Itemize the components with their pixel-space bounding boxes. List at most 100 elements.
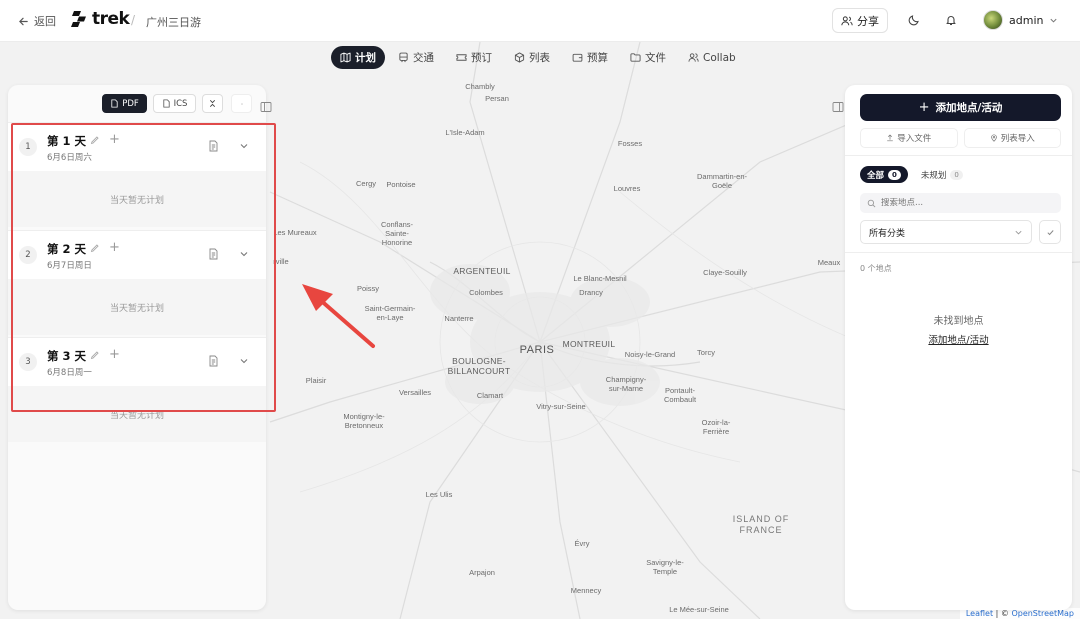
note-icon[interactable] bbox=[208, 355, 219, 367]
package-icon bbox=[514, 52, 525, 63]
dot-icon bbox=[240, 102, 243, 105]
import-file-label: 导入文件 bbox=[897, 134, 932, 144]
map-label: Conflans- Sainte- Honorine bbox=[380, 220, 414, 247]
theme-toggle-button[interactable] bbox=[906, 12, 922, 28]
map-label: Savigny-le- Temple bbox=[646, 558, 684, 576]
tab-booking[interactable]: 预订 bbox=[447, 46, 501, 69]
filter-all-chip[interactable]: 全部 0 bbox=[860, 166, 908, 183]
tab-budget[interactable]: 预算 bbox=[563, 46, 617, 69]
tab-label: 文件 bbox=[645, 52, 666, 64]
filter-unplanned-chip[interactable]: 未规划 0 bbox=[914, 166, 970, 183]
share-label: 分享 bbox=[857, 14, 879, 28]
category-select[interactable]: 所有分类 bbox=[860, 220, 1032, 244]
day-number: 1 bbox=[19, 138, 37, 156]
osm-link[interactable]: OpenStreetMap bbox=[1011, 609, 1074, 618]
trek-logo-icon bbox=[71, 11, 86, 27]
import-file-button[interactable]: 导入文件 bbox=[860, 128, 958, 148]
chevron-down-icon bbox=[1015, 230, 1022, 234]
note-icon[interactable] bbox=[208, 248, 219, 260]
filter-all-label: 全部 bbox=[867, 170, 885, 181]
tab-collab[interactable]: Collab bbox=[679, 46, 745, 69]
back-button[interactable]: 返回 bbox=[18, 13, 56, 29]
import-list-button[interactable]: 列表导入 bbox=[963, 128, 1061, 148]
day-date: 6月7日周日 bbox=[47, 261, 92, 271]
map-label: Meaux bbox=[817, 258, 841, 267]
map-label: Noisy-le-Grand bbox=[624, 350, 676, 359]
chevron-down-icon[interactable] bbox=[239, 249, 249, 259]
export-pdf-button[interactable]: PDF bbox=[102, 94, 147, 113]
map-label: Pontoise bbox=[386, 180, 416, 189]
tab-transport[interactable]: 交通 bbox=[389, 46, 443, 69]
day-date: 6月6日周六 bbox=[47, 153, 92, 163]
day-card[interactable]: 1 第 1 天 6月6日周六 + 当天暂无计划 bbox=[8, 122, 266, 227]
collapse-all-button[interactable] bbox=[202, 94, 223, 113]
train-icon bbox=[399, 52, 408, 63]
map-label: Persan bbox=[485, 94, 509, 103]
map-label: Chambly bbox=[465, 82, 495, 91]
tab-label: 列表 bbox=[529, 52, 550, 64]
day-empty-text: 当天暂无计划 bbox=[8, 279, 266, 335]
tab-list[interactable]: 列表 bbox=[505, 46, 559, 69]
check-icon bbox=[1046, 229, 1054, 235]
users-icon bbox=[841, 15, 853, 25]
collapse-right-panel-icon[interactable] bbox=[832, 101, 844, 113]
export-ics-button[interactable]: ICS bbox=[153, 94, 196, 113]
tab-plan[interactable]: 计划 bbox=[331, 46, 385, 69]
add-to-day-button[interactable]: + bbox=[109, 132, 120, 147]
empty-state-add-link[interactable]: 添加地点/活动 bbox=[845, 332, 1072, 346]
trek-logo[interactable]: trek bbox=[70, 9, 130, 29]
add-place-button[interactable]: + 添加地点/活动 bbox=[860, 94, 1061, 121]
leaflet-link[interactable]: Leaflet bbox=[966, 609, 993, 618]
chevron-down-icon[interactable] bbox=[239, 141, 249, 151]
map-label: Versailles bbox=[398, 388, 432, 397]
map-label: Torcy bbox=[697, 348, 715, 357]
day-number: 3 bbox=[19, 353, 37, 371]
map-label: Le Mée-sur-Seine bbox=[669, 605, 729, 614]
map-label: Poissy bbox=[356, 284, 380, 293]
day-empty-text: 当天暂无计划 bbox=[8, 386, 266, 442]
map-label: Les Mureaux bbox=[273, 228, 317, 237]
tab-files[interactable]: 文件 bbox=[621, 46, 675, 69]
upload-icon bbox=[887, 134, 894, 142]
attribution-separator: | © bbox=[993, 609, 1012, 618]
filter-all-count: 0 bbox=[888, 169, 901, 180]
place-search bbox=[860, 193, 1061, 213]
map-label: Drancy bbox=[579, 288, 603, 297]
pencil-icon[interactable] bbox=[90, 135, 100, 145]
places-panel: + 添加地点/活动 导入文件 列表导入 全部 0 未规划 0 所有分类 0 个地… bbox=[845, 85, 1072, 610]
note-icon[interactable] bbox=[208, 140, 219, 152]
map-label: ISLAND OF FRANCE bbox=[732, 514, 790, 535]
share-button[interactable]: 分享 bbox=[832, 8, 888, 33]
map-label: Les Ulis bbox=[425, 490, 453, 499]
more-button[interactable] bbox=[231, 94, 252, 113]
divider bbox=[845, 252, 1072, 253]
search-input[interactable] bbox=[881, 198, 1041, 208]
add-to-day-button[interactable]: + bbox=[109, 347, 120, 362]
empty-state-title: 未找到地点 bbox=[933, 316, 984, 327]
bell-icon bbox=[946, 16, 956, 26]
chevron-down-icon bbox=[1050, 18, 1058, 23]
add-to-day-button[interactable]: + bbox=[109, 240, 120, 255]
place-count: 0 个地点 bbox=[860, 264, 892, 273]
logo-text: trek bbox=[92, 9, 130, 29]
collapse-left-panel-icon[interactable] bbox=[260, 101, 272, 113]
map-label: rville bbox=[273, 257, 289, 266]
tab-label: 交通 bbox=[413, 52, 434, 64]
divider bbox=[845, 155, 1072, 156]
users-icon bbox=[688, 53, 699, 62]
notifications-button[interactable] bbox=[943, 12, 959, 28]
map-icon bbox=[340, 52, 351, 63]
filter-unplanned-count: 0 bbox=[950, 169, 963, 180]
user-menu[interactable]: admin bbox=[983, 10, 1058, 30]
day-card[interactable]: 2 第 2 天 6月7日周日 + 当天暂无计划 bbox=[8, 230, 266, 335]
pencil-icon[interactable] bbox=[90, 243, 100, 253]
tab-label: 预订 bbox=[471, 52, 492, 64]
chevron-down-icon[interactable] bbox=[239, 356, 249, 366]
trip-title: 广州三日游 bbox=[146, 16, 201, 29]
ics-label: ICS bbox=[173, 98, 188, 109]
pdf-label: PDF bbox=[122, 98, 139, 109]
user-name: admin bbox=[1009, 13, 1044, 27]
pencil-icon[interactable] bbox=[90, 350, 100, 360]
day-card[interactable]: 3 第 3 天 6月8日周一 + 当天暂无计划 bbox=[8, 337, 266, 442]
select-all-button[interactable] bbox=[1039, 220, 1061, 244]
